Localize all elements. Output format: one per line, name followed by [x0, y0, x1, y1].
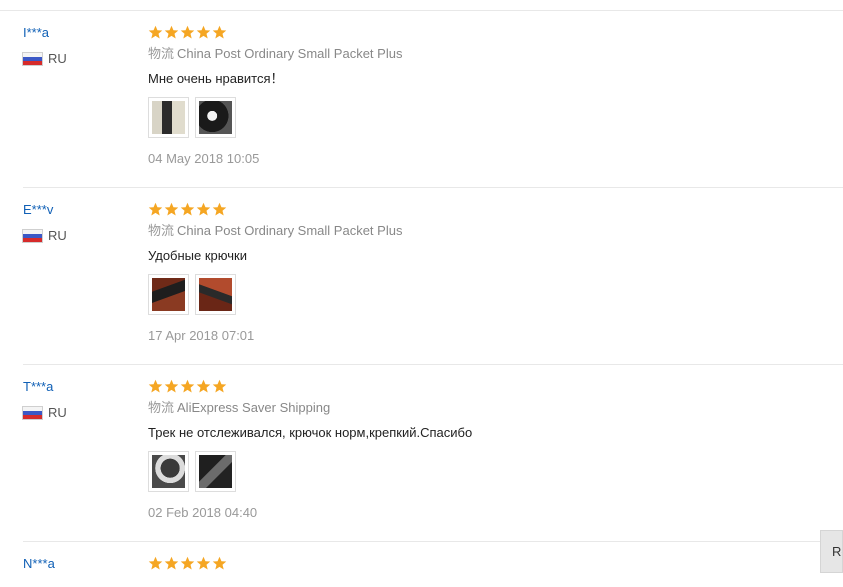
- country-code: RU: [48, 405, 67, 420]
- star-icon: [196, 379, 211, 393]
- review-photo-thumbnail[interactable]: [195, 97, 236, 138]
- shipping-label: 物流: [148, 46, 175, 61]
- star-icon: [212, 556, 227, 570]
- review-photo-thumbnail[interactable]: [148, 451, 189, 492]
- star-icon: [196, 202, 211, 216]
- reviewer-info: E***v RU: [23, 202, 67, 243]
- reviewer-info: I***a RU: [23, 25, 67, 66]
- review-photo-thumbnail[interactable]: [195, 274, 236, 315]
- top-divider: [0, 10, 843, 11]
- reviewer-country: RU: [23, 228, 67, 243]
- star-icon: [180, 25, 195, 39]
- review-divider: [23, 187, 843, 188]
- review-divider: [23, 541, 843, 542]
- country-code: RU: [48, 228, 67, 243]
- review-body: 物流 China Post Ordinary Small Packet Plus …: [148, 202, 838, 344]
- report-button[interactable]: Re: [820, 530, 843, 573]
- review-divider: [23, 364, 843, 365]
- photo-image: [152, 455, 185, 488]
- reviewer-info: N***a: [23, 556, 55, 572]
- reviewer-info: T***a RU: [23, 379, 67, 420]
- photo-image: [199, 101, 232, 134]
- shipping-method: AliExpress Saver Shipping: [177, 400, 331, 415]
- shipping-label: 物流: [148, 400, 175, 415]
- review-body: 物流 China Post Ordinary Small Packet Plus …: [148, 25, 838, 167]
- shipping-info: 物流 China Post Ordinary Small Packet Plus: [148, 46, 838, 62]
- photo-image: [199, 278, 232, 311]
- star-icon: [164, 556, 179, 570]
- review-comment: Трек не отслеживался, крючок норм,крепки…: [148, 425, 473, 440]
- country-code: RU: [48, 51, 67, 66]
- star-rating: [148, 379, 838, 395]
- star-rating: [148, 202, 838, 218]
- star-icon: [164, 379, 179, 393]
- star-rating: [148, 25, 838, 41]
- reviewer-country: RU: [23, 405, 67, 420]
- shipping-info: 物流 China Post Ordinary Small Packet Plus: [148, 223, 838, 239]
- review-date: 04 May 2018 10:05: [148, 151, 260, 166]
- review-body: 物流 AliExpress Saver Shipping Трек не отсл…: [148, 379, 838, 521]
- shipping-label: 物流: [148, 223, 175, 238]
- shipping-info: 物流 AliExpress Saver Shipping: [148, 400, 838, 416]
- star-icon: [148, 556, 163, 570]
- star-icon: [212, 379, 227, 393]
- reviewer-name[interactable]: E***v: [23, 202, 67, 218]
- star-icon: [148, 202, 163, 216]
- review-date: 02 Feb 2018 04:40: [148, 505, 258, 520]
- star-icon: [212, 202, 227, 216]
- star-icon: [164, 25, 179, 39]
- review-photo-thumbnail[interactable]: [148, 97, 189, 138]
- star-icon: [212, 25, 227, 39]
- star-icon: [148, 25, 163, 39]
- review-photos: [148, 97, 838, 138]
- review-comment: Мне очень нравится！: [148, 71, 284, 86]
- star-icon: [180, 202, 195, 216]
- star-icon: [164, 202, 179, 216]
- star-icon: [196, 556, 211, 570]
- reviewer-name[interactable]: I***a: [23, 25, 67, 41]
- star-icon: [196, 25, 211, 39]
- review-body: [148, 556, 838, 572]
- review-date: 17 Apr 2018 07:01: [148, 328, 255, 343]
- shipping-method: China Post Ordinary Small Packet Plus: [177, 46, 403, 61]
- star-icon: [180, 556, 195, 570]
- review-photos: [148, 274, 838, 315]
- reviewer-name[interactable]: T***a: [23, 379, 67, 395]
- photo-image: [152, 278, 185, 311]
- russia-flag-icon: [23, 406, 42, 419]
- review-photo-thumbnail[interactable]: [148, 274, 189, 315]
- reviewer-country: RU: [23, 51, 67, 66]
- star-icon: [180, 379, 195, 393]
- review-photos: [148, 451, 838, 492]
- shipping-method: China Post Ordinary Small Packet Plus: [177, 223, 403, 238]
- russia-flag-icon: [23, 52, 42, 65]
- photo-image: [152, 101, 185, 134]
- photo-image: [199, 455, 232, 488]
- star-rating: [148, 556, 838, 572]
- reviewer-name[interactable]: N***a: [23, 556, 55, 572]
- review-photo-thumbnail[interactable]: [195, 451, 236, 492]
- review-comment: Удобные крючки: [148, 248, 247, 263]
- russia-flag-icon: [23, 229, 42, 242]
- star-icon: [148, 379, 163, 393]
